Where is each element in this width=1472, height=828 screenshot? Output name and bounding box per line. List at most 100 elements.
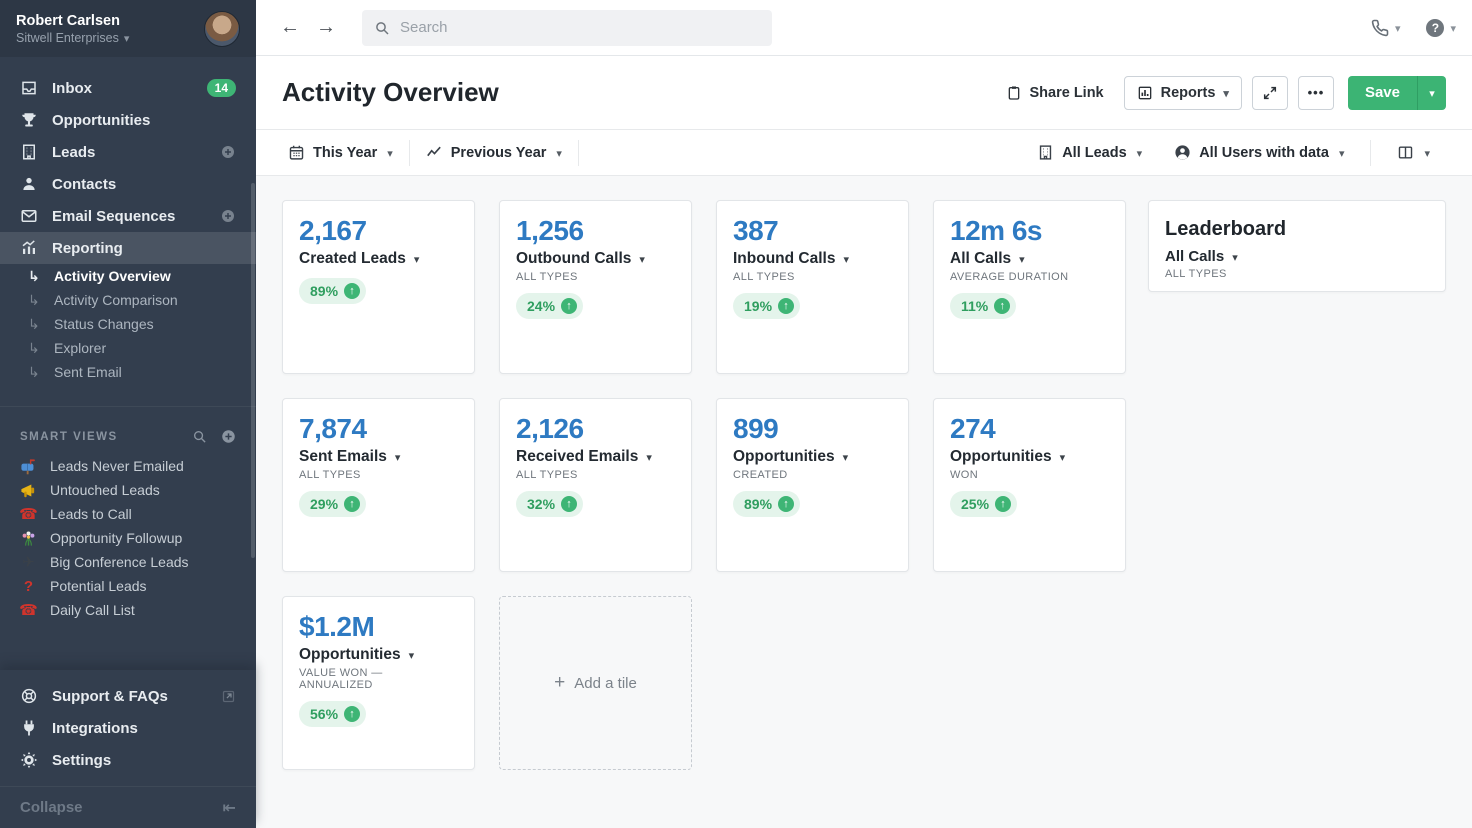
company-name: Sitwell Enterprises [16, 31, 196, 45]
nav-item-label: Email Sequences [52, 208, 175, 225]
chevron-down-icon [1450, 19, 1456, 37]
metric-dropdown[interactable]: Received Emails [516, 448, 675, 466]
search-box[interactable] [362, 10, 772, 46]
divider [578, 140, 579, 166]
sidebar-nav-item[interactable]: Contacts [0, 168, 256, 200]
inbox-icon [20, 79, 38, 97]
add-smart-view-icon[interactable] [221, 429, 236, 444]
filter-dropdown[interactable]: All Leads [1021, 144, 1158, 161]
fullscreen-button[interactable] [1252, 76, 1288, 110]
sidebar-nav-item[interactable]: Inbox 14 [0, 72, 256, 104]
sidebar-footer-item[interactable]: Integrations [0, 712, 256, 744]
smart-view-item[interactable]: ☎ Daily Call List [0, 598, 256, 622]
smart-view-item[interactable]: ? Potential Leads [0, 574, 256, 598]
scope-filters: All Leads All Users with data [1021, 140, 1446, 166]
metric-dropdown[interactable]: Inbound Calls [733, 250, 892, 268]
leaderboard-title: Leaderboard [1165, 218, 1429, 241]
smart-view-item[interactable]: Leads Never Emailed [0, 454, 256, 478]
sidebar-nav-item[interactable]: Email Sequences [0, 200, 256, 232]
phone-red-icon: ☎ [20, 506, 37, 523]
smart-view-item[interactable]: ✈ Big Conference Leads [0, 550, 256, 574]
leaderboard-subtitle: ALL TYPES [1165, 268, 1429, 280]
nav-item-label: Leads [52, 144, 95, 161]
page-header: Activity Overview Share Link Reports ••• [256, 56, 1472, 129]
metric-dropdown[interactable]: Created Leads [299, 250, 458, 268]
delta-badge: 19% [733, 293, 800, 319]
avatar[interactable] [204, 11, 240, 47]
sidebar-sub-item[interactable]: ↳ Status Changes [0, 312, 256, 336]
chevron-down-icon [124, 31, 130, 45]
reports-dropdown-button[interactable]: Reports [1124, 76, 1242, 110]
sidebar-sub-item[interactable]: ↳ Activity Overview [0, 264, 256, 288]
smart-view-label: Big Conference Leads [50, 554, 189, 570]
filter-label: All Leads [1062, 145, 1126, 161]
sub-item-label: Activity Comparison [54, 292, 178, 308]
up-arrow-icon [778, 496, 794, 512]
sidebar-sub-item[interactable]: ↳ Activity Comparison [0, 288, 256, 312]
metric-tile: 12m 6s All Calls AVERAGE DURATION 11% [933, 200, 1126, 374]
leaderboard-header: Leaderboard All Calls ALL TYPES [1149, 201, 1445, 291]
filter-dropdown[interactable]: All Users with data [1158, 144, 1360, 161]
share-link-button[interactable]: Share Link [1006, 85, 1103, 101]
metric-tile: 274 Opportunities WON 25% [933, 398, 1126, 572]
sidebar-nav-item[interactable]: Leads [0, 136, 256, 168]
delta-badge: 89% [299, 278, 366, 304]
search-input[interactable] [400, 19, 760, 36]
delta-badge: 32% [516, 491, 583, 517]
back-button[interactable]: ← [272, 10, 308, 46]
chevron-down-icon [1060, 448, 1066, 466]
sidebar-footer-item[interactable]: Support & FAQs [0, 680, 256, 712]
collapse-icon: ⇤ [223, 798, 236, 818]
metric-subtitle: ALL TYPES [299, 469, 458, 481]
metric-label: All Calls [950, 250, 1011, 268]
smart-view-item[interactable]: Opportunity Followup [0, 526, 256, 550]
filter-dropdown[interactable]: This Year [272, 144, 409, 161]
account-switcher[interactable]: Robert Carlsen Sitwell Enterprises [0, 0, 256, 57]
sub-arrow-icon: ↳ [28, 316, 46, 333]
metric-value: 274 [950, 413, 1109, 445]
layout-columns-dropdown[interactable] [1381, 144, 1446, 161]
sidebar-nav-item[interactable]: Opportunities [0, 104, 256, 136]
plug-icon [20, 719, 38, 737]
sidebar-footer-item[interactable]: Settings [0, 744, 256, 776]
collapse-button[interactable]: Collapse ⇤ [0, 786, 256, 828]
chevron-down-icon [1137, 145, 1143, 161]
sidebar-sub-item[interactable]: ↳ Sent Email [0, 360, 256, 384]
search-icon[interactable] [192, 429, 207, 444]
filter-dropdown[interactable]: Previous Year [410, 144, 578, 161]
phone-menu[interactable] [1371, 19, 1401, 37]
metric-dropdown[interactable]: Opportunities [733, 448, 892, 466]
add-tile-button[interactable]: + Add a tile [499, 596, 692, 770]
divider [1370, 140, 1371, 166]
smart-view-item[interactable]: ☎ Leads to Call [0, 502, 256, 526]
lifebuoy-icon [20, 687, 38, 705]
chevron-down-icon [639, 250, 645, 268]
chevron-down-icon [556, 145, 562, 161]
sidebar-sub-item[interactable]: ↳ Explorer [0, 336, 256, 360]
more-options-button[interactable]: ••• [1298, 76, 1334, 110]
forward-button[interactable]: → [308, 10, 344, 46]
chevron-down-icon [1223, 85, 1229, 101]
envelope-icon [20, 207, 38, 225]
metric-value: 12m 6s [950, 215, 1109, 247]
smart-views-title: SMART VIEWS [20, 431, 178, 443]
metric-dropdown[interactable]: Outbound Calls [516, 250, 675, 268]
metric-dropdown[interactable]: Opportunities [299, 646, 458, 664]
collapse-label: Collapse [20, 799, 83, 816]
smart-view-label: Leads Never Emailed [50, 458, 184, 474]
smart-view-item[interactable]: Untouched Leads [0, 478, 256, 502]
save-button[interactable]: Save [1348, 76, 1417, 110]
delta-badge: 56% [299, 701, 366, 727]
metric-subtitle: ALL TYPES [516, 271, 675, 283]
calendar-icon [288, 144, 305, 161]
metric-dropdown[interactable]: Opportunities [950, 448, 1109, 466]
sidebar-scrollbar[interactable] [251, 183, 255, 558]
sidebar-nav-item[interactable]: Reporting [0, 232, 256, 264]
ellipsis-icon: ••• [1308, 85, 1325, 100]
leaderboard-metric-dropdown[interactable]: All Calls [1165, 248, 1429, 265]
metric-dropdown[interactable]: Sent Emails [299, 448, 458, 466]
save-dropdown-button[interactable] [1417, 76, 1446, 110]
metric-dropdown[interactable]: All Calls [950, 250, 1109, 268]
scope-filter-list: All Leads All Users with data [1021, 144, 1360, 161]
help-menu[interactable]: ? [1426, 19, 1456, 37]
